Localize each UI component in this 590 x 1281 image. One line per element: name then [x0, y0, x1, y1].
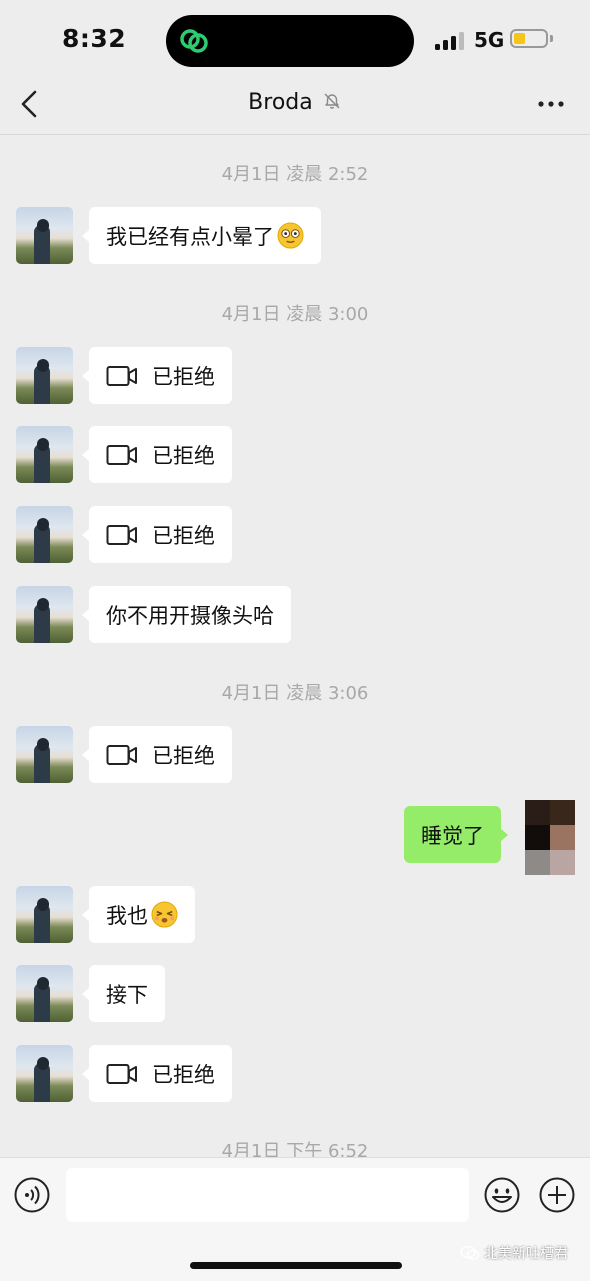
- call-status-text: 已拒绝: [152, 1062, 215, 1087]
- message-bubble[interactable]: 我也: [82, 886, 195, 943]
- video-camera-icon: [106, 365, 137, 386]
- message-bubble[interactable]: 你不用开摄像头哈: [82, 586, 291, 643]
- video-call-bubble[interactable]: 已拒绝: [82, 347, 232, 404]
- contact-avatar[interactable]: [16, 965, 73, 1022]
- chat-header: Broda: [0, 76, 590, 135]
- timestamp: 4月1日 下午 6:52: [221, 1141, 369, 1157]
- dynamic-island: [166, 15, 414, 67]
- status-time: 8:32: [62, 24, 127, 53]
- plus-circle-icon[interactable]: [539, 1177, 575, 1213]
- contact-avatar[interactable]: [16, 506, 73, 563]
- smiley-icon[interactable]: [484, 1177, 520, 1213]
- bell-slash-icon: [324, 93, 340, 109]
- message-bubble[interactable]: 我已经有点小晕了: [82, 207, 321, 264]
- home-indicator[interactable]: [190, 1262, 402, 1269]
- wechat-icon: [460, 1245, 480, 1261]
- timestamp: 4月1日 凌晨 3:06: [221, 683, 369, 704]
- message-input[interactable]: [66, 1168, 469, 1222]
- contact-avatar[interactable]: [16, 347, 73, 404]
- contact-avatar[interactable]: [16, 586, 73, 643]
- battery-icon: [510, 29, 548, 48]
- message-text: 我也: [106, 903, 148, 928]
- network-type: 5G: [474, 28, 505, 52]
- video-camera-icon: [106, 524, 137, 545]
- link-rings-icon: [180, 29, 208, 53]
- video-call-bubble[interactable]: 已拒绝: [82, 726, 232, 783]
- watermark-text: 北美新吐槽君: [484, 1246, 568, 1262]
- message-list[interactable]: 4月1日 凌晨 2:52 我已经有点小晕了 4月1日 凌晨 3:00 已拒绝 已…: [0, 135, 590, 1157]
- video-camera-icon: [106, 744, 137, 765]
- call-status-text: 已拒绝: [152, 743, 215, 768]
- video-call-bubble[interactable]: 已拒绝: [82, 426, 232, 483]
- video-call-bubble[interactable]: 已拒绝: [82, 1045, 232, 1102]
- status-bar: 8:32 5G: [0, 0, 590, 80]
- contact-avatar[interactable]: [16, 726, 73, 783]
- timestamp: 4月1日 凌晨 2:52: [221, 164, 369, 185]
- video-camera-icon: [106, 1063, 137, 1084]
- timestamp: 4月1日 凌晨 3:00: [221, 304, 369, 325]
- video-call-bubble[interactable]: 已拒绝: [82, 506, 232, 563]
- message-text: 你不用开摄像头哈: [106, 603, 274, 628]
- call-status-text: 已拒绝: [152, 523, 215, 548]
- message-text: 我已经有点小晕了: [106, 224, 274, 249]
- chat-title[interactable]: Broda: [248, 90, 313, 115]
- more-dots-icon[interactable]: [536, 92, 566, 116]
- call-status-text: 已拒绝: [152, 364, 215, 389]
- sleepy-face-icon: [151, 901, 178, 928]
- contact-avatar[interactable]: [16, 1045, 73, 1102]
- input-bar: 北美新吐槽君: [0, 1157, 590, 1281]
- call-status-text: 已拒绝: [152, 443, 215, 468]
- signal-icon: [435, 32, 465, 50]
- video-camera-icon: [106, 444, 137, 465]
- message-bubble[interactable]: 接下: [82, 965, 165, 1022]
- contact-avatar[interactable]: [16, 886, 73, 943]
- contact-avatar[interactable]: [16, 426, 73, 483]
- voice-icon[interactable]: [14, 1177, 50, 1213]
- my-message-bubble[interactable]: 睡觉了: [404, 806, 508, 863]
- message-text: 接下: [106, 982, 148, 1007]
- message-text: 睡觉了: [421, 823, 484, 848]
- dizzy-face-icon: [277, 222, 304, 249]
- my-avatar[interactable]: [525, 800, 575, 875]
- contact-avatar[interactable]: [16, 207, 73, 264]
- watermark: 北美新吐槽君: [460, 1243, 568, 1263]
